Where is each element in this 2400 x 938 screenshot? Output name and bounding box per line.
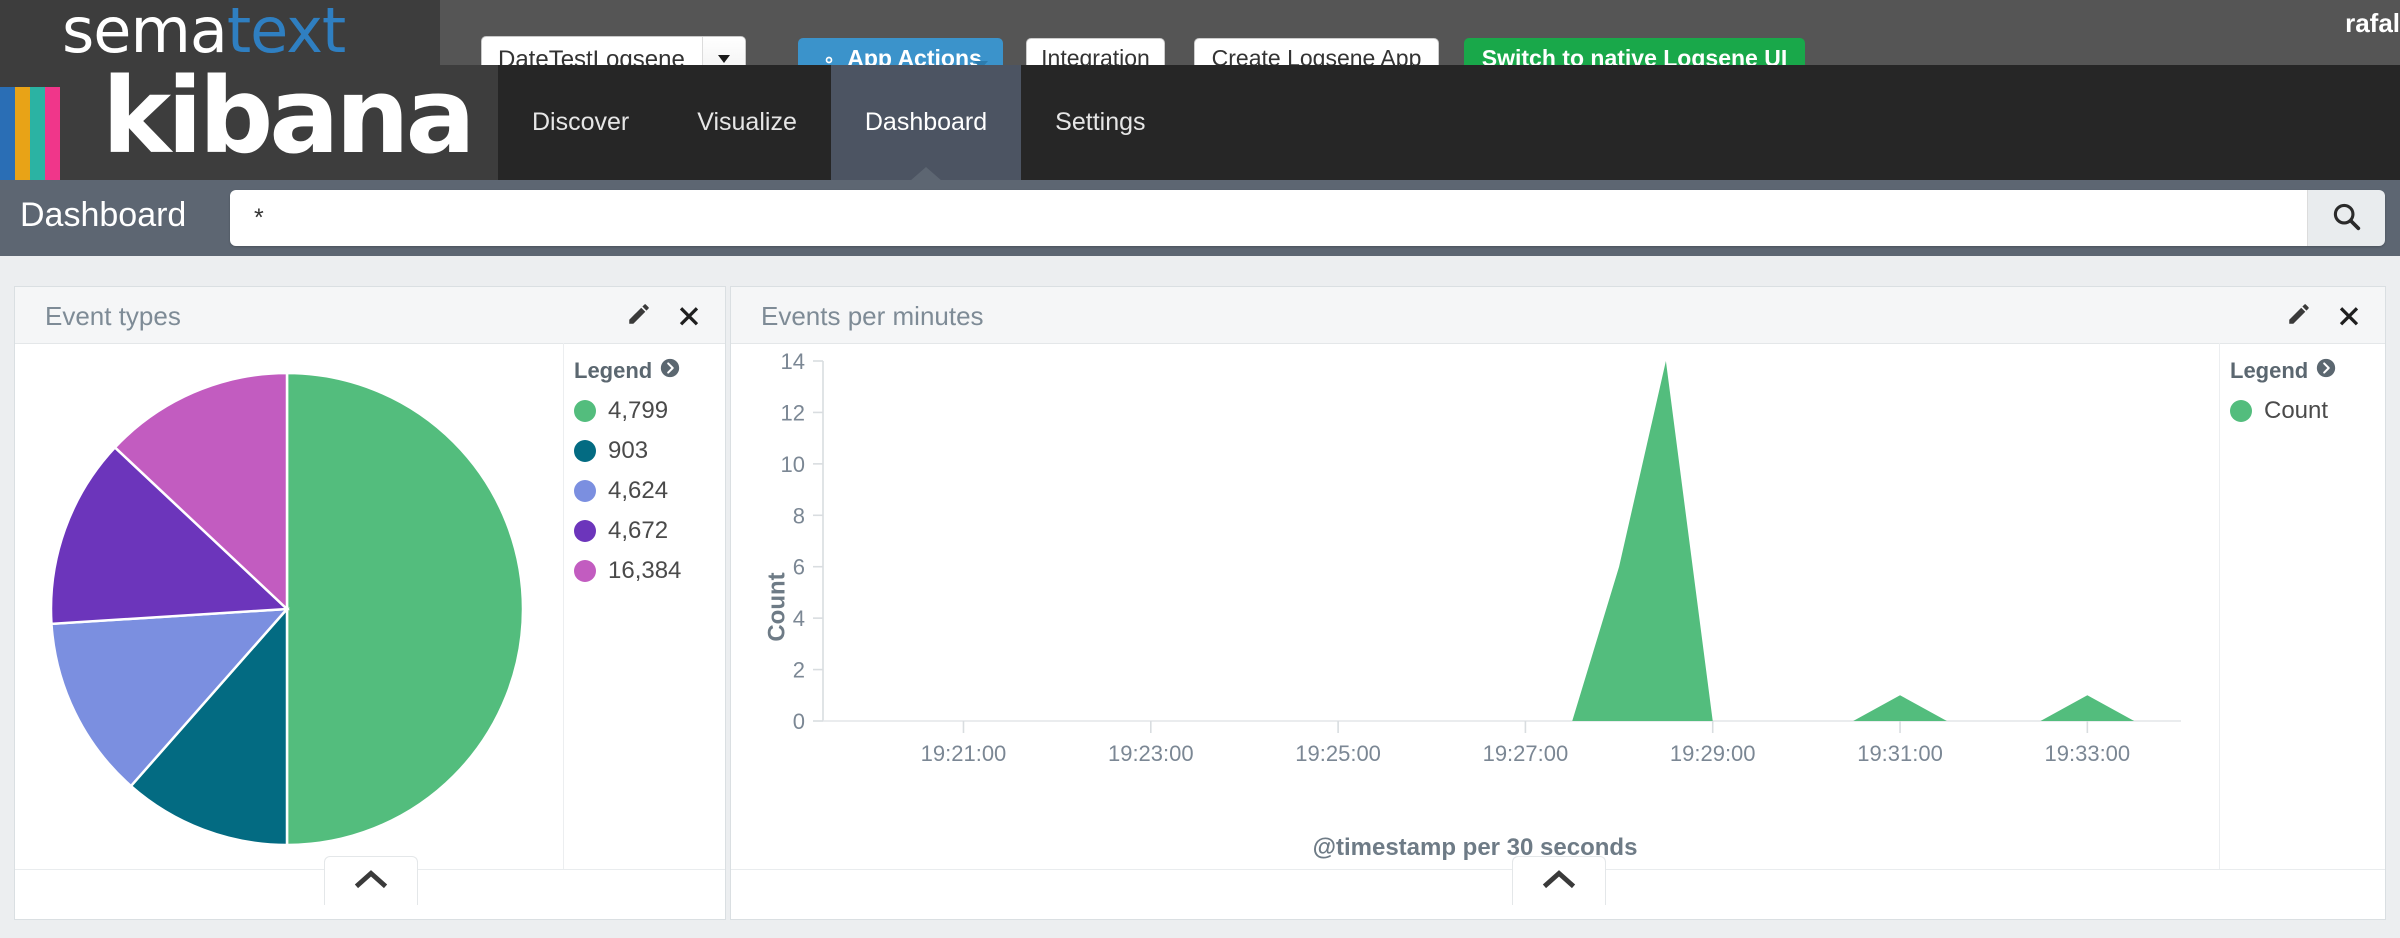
collapse-panel-button[interactable] bbox=[324, 856, 418, 905]
y-axis-tick-label: 12 bbox=[781, 400, 805, 425]
x-axis-tick-label: 19:25:00 bbox=[1295, 741, 1381, 766]
y-axis-tick-label: 8 bbox=[793, 503, 805, 528]
tab-visualize[interactable]: Visualize bbox=[663, 65, 831, 180]
panel-events-per-minutes-title: Events per minutes bbox=[761, 301, 984, 331]
remove-panel-button[interactable] bbox=[2335, 299, 2363, 329]
x-axis-label: @timestamp per 30 seconds bbox=[1312, 834, 1638, 861]
legend-item-label: Count bbox=[2264, 397, 2329, 424]
kibana-logo-text: kibana bbox=[102, 55, 476, 177]
legend-item-label: 4,624 bbox=[608, 477, 669, 504]
legend-item[interactable]: 903 bbox=[574, 437, 727, 465]
arrow-circle-right-icon[interactable] bbox=[659, 357, 681, 385]
edit-panel-button[interactable] bbox=[625, 299, 653, 329]
remove-panel-button[interactable] bbox=[675, 299, 703, 329]
panel-event-types: Event types Legend 4,799 903 4,624 4,672 16,… bbox=[14, 286, 726, 920]
x-axis-tick-label: 19:29:00 bbox=[1670, 741, 1756, 766]
y-axis-tick-label: 2 bbox=[793, 658, 805, 683]
legend-item[interactable]: Count bbox=[2230, 397, 2385, 425]
chevron-up-icon bbox=[354, 867, 388, 896]
edit-panel-button[interactable] bbox=[2285, 299, 2313, 329]
panel-event-types-header: Event types bbox=[15, 287, 725, 344]
legend-color-swatch bbox=[574, 440, 596, 462]
legend-items: Count bbox=[2220, 397, 2385, 425]
legend-color-swatch bbox=[574, 400, 596, 422]
tab-discover[interactable]: Discover bbox=[498, 65, 663, 180]
panel-events-per-minutes: Events per minutes Count 0 2 4 6 8 10 12 14 19:2… bbox=[730, 286, 2386, 920]
search-button[interactable] bbox=[2307, 190, 2385, 246]
x-axis-tick-label: 19:23:00 bbox=[1108, 741, 1194, 766]
dashboard-search-bar: Dashboard bbox=[0, 180, 2400, 256]
y-axis-tick-label: 0 bbox=[793, 709, 805, 734]
panel-event-types-tools bbox=[625, 299, 703, 329]
tab-dashboard-label: Dashboard bbox=[864, 108, 988, 136]
panel-event-types-body: Legend 4,799 903 4,624 4,672 16,384 bbox=[15, 343, 725, 870]
pie-slice[interactable] bbox=[285, 371, 525, 847]
x-axis-tick-label: 19:31:00 bbox=[1857, 741, 1943, 766]
username-label[interactable]: rafal bbox=[2345, 8, 2400, 39]
arrow-circle-right-icon[interactable] bbox=[2315, 357, 2337, 385]
legend-color-swatch bbox=[574, 560, 596, 582]
chevron-up-icon bbox=[1542, 867, 1576, 896]
search-input[interactable] bbox=[230, 190, 2307, 246]
area-chart-legend: Legend Count bbox=[2219, 343, 2385, 870]
tab-discover-label: Discover bbox=[532, 108, 630, 136]
pie-chart-legend: Legend 4,799 903 4,624 4,672 16,384 bbox=[563, 343, 727, 870]
kibana-logo: kibana bbox=[0, 55, 498, 180]
legend-header[interactable]: Legend bbox=[574, 357, 727, 385]
area-series-count[interactable] bbox=[1572, 361, 2135, 721]
x-axis-tick-label: 19:33:00 bbox=[2045, 741, 2131, 766]
area-chart: Count 0 2 4 6 8 10 12 14 19:21:00 19:23:00 19:25:0… bbox=[731, 343, 2219, 870]
panel-event-types-footer bbox=[15, 856, 725, 919]
panel-event-types-title: Event types bbox=[45, 301, 181, 331]
area-chart-svg[interactable]: 0 2 4 6 8 10 12 14 19:21:00 19:23:00 19:25:00 19:27… bbox=[731, 343, 2221, 813]
kibana-logo-stripes bbox=[0, 87, 105, 180]
y-axis-label: Count bbox=[763, 571, 791, 642]
legend-item-label: 903 bbox=[608, 437, 649, 464]
search-container bbox=[230, 190, 2385, 246]
legend-title: Legend bbox=[2230, 358, 2309, 383]
panel-events-per-minutes-footer bbox=[731, 856, 2385, 919]
panel-events-per-minutes-header: Events per minutes bbox=[731, 287, 2385, 344]
collapse-panel-button[interactable] bbox=[1512, 856, 1606, 905]
panel-events-per-minutes-tools bbox=[2285, 299, 2363, 329]
legend-item-label: 4,799 bbox=[608, 397, 669, 424]
tab-settings[interactable]: Settings bbox=[1021, 65, 1179, 180]
y-axis-tick-label: 6 bbox=[793, 555, 805, 580]
x-axis-tick-label: 19:27:00 bbox=[1483, 741, 1569, 766]
kibana-navbar: kibana Discover Visualize Dashboard Sett… bbox=[0, 55, 2400, 181]
panel-events-per-minutes-body: Count 0 2 4 6 8 10 12 14 19:21:00 19:23:00 19:25:0… bbox=[731, 343, 2385, 870]
tab-settings-label: Settings bbox=[1055, 108, 1146, 136]
legend-item-label: 4,672 bbox=[608, 517, 669, 544]
legend-color-swatch bbox=[2230, 400, 2252, 422]
y-axis-tick-label: 14 bbox=[781, 349, 805, 374]
legend-item[interactable]: 4,624 bbox=[574, 477, 727, 505]
legend-color-swatch bbox=[574, 480, 596, 502]
legend-items: 4,799 903 4,624 4,672 16,384 bbox=[564, 397, 727, 585]
tab-dashboard[interactable]: Dashboard bbox=[830, 65, 1022, 181]
y-axis-tick-label: 4 bbox=[793, 606, 805, 631]
pie-chart bbox=[15, 343, 555, 870]
legend-item[interactable]: 16,384 bbox=[574, 557, 727, 585]
legend-item[interactable]: 4,799 bbox=[574, 397, 727, 425]
legend-title: Legend bbox=[574, 358, 653, 383]
tab-visualize-label: Visualize bbox=[697, 108, 797, 136]
y-axis-tick-label: 10 bbox=[781, 452, 805, 477]
chevron-down-icon bbox=[718, 55, 730, 63]
search-icon bbox=[2330, 200, 2364, 237]
kibana-nav-tabs: Discover Visualize Dashboard Settings bbox=[498, 65, 1180, 181]
page-title: Dashboard bbox=[20, 196, 187, 234]
legend-item-label: 16,384 bbox=[608, 557, 682, 584]
x-axis-tick-label: 19:21:00 bbox=[921, 741, 1007, 766]
legend-item[interactable]: 4,672 bbox=[574, 517, 727, 545]
legend-color-swatch bbox=[574, 520, 596, 542]
legend-header[interactable]: Legend bbox=[2230, 357, 2385, 385]
pie-chart-svg[interactable] bbox=[15, 343, 555, 871]
